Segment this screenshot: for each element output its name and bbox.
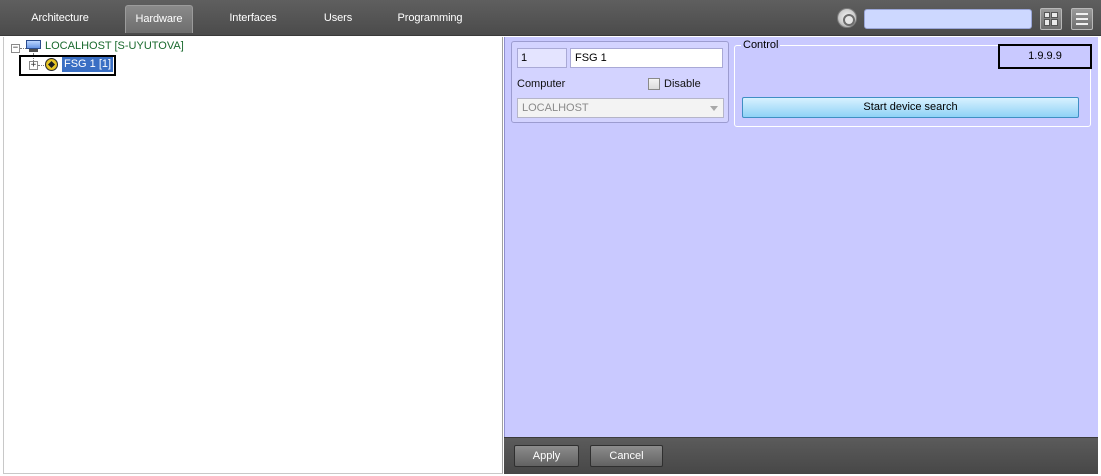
- tab-users[interactable]: Users: [314, 5, 362, 33]
- start-device-search-button[interactable]: Start device search: [742, 97, 1079, 118]
- layout-button[interactable]: [1040, 8, 1062, 30]
- device-icon: [45, 58, 58, 71]
- hardware-tree-panel: − LOCALHOST [S-UYUTOVA] + FSG 1 [1]: [3, 37, 503, 474]
- menu-icon: [1076, 13, 1088, 25]
- gear-icon[interactable]: [837, 8, 857, 28]
- expand-expander[interactable]: +: [29, 61, 38, 70]
- version-display: 1.9.9.9: [998, 44, 1092, 69]
- apply-button[interactable]: Apply: [514, 445, 579, 467]
- chevron-down-icon: [710, 106, 718, 111]
- cancel-button[interactable]: Cancel: [590, 445, 663, 467]
- tree-item-localhost[interactable]: LOCALHOST [S-UYUTOVA]: [45, 40, 184, 52]
- object-name-field[interactable]: FSG 1: [570, 48, 723, 68]
- settings-panel: 1 FSG 1 Computer Disable LOCALHOST Contr…: [504, 37, 1098, 474]
- tree-item-fsg[interactable]: FSG 1 [1]: [62, 57, 114, 72]
- tree-connector: [38, 65, 44, 66]
- computer-select-value: LOCALHOST: [522, 102, 589, 114]
- computer-select[interactable]: LOCALHOST: [517, 98, 724, 118]
- tab-programming[interactable]: Programming: [391, 5, 469, 33]
- object-id-field[interactable]: 1: [517, 48, 567, 68]
- bottom-action-bar: Apply Cancel: [504, 437, 1098, 474]
- top-navigation-bar: Architecture Hardware Interfaces Users P…: [0, 0, 1101, 36]
- computer-icon: [26, 40, 41, 52]
- tab-interfaces[interactable]: Interfaces: [220, 5, 286, 33]
- disable-label: Disable: [664, 78, 701, 90]
- disable-checkbox[interactable]: [648, 78, 660, 90]
- object-properties-panel: 1 FSG 1 Computer Disable LOCALHOST: [511, 41, 729, 123]
- grid-icon: [1044, 12, 1058, 26]
- tab-hardware[interactable]: Hardware: [125, 5, 193, 33]
- control-legend: Control: [741, 39, 781, 51]
- tab-architecture[interactable]: Architecture: [18, 5, 102, 33]
- search-input[interactable]: [864, 9, 1032, 29]
- menu-button[interactable]: [1071, 8, 1093, 30]
- computer-label: Computer: [517, 78, 566, 90]
- collapse-expander[interactable]: −: [11, 44, 20, 53]
